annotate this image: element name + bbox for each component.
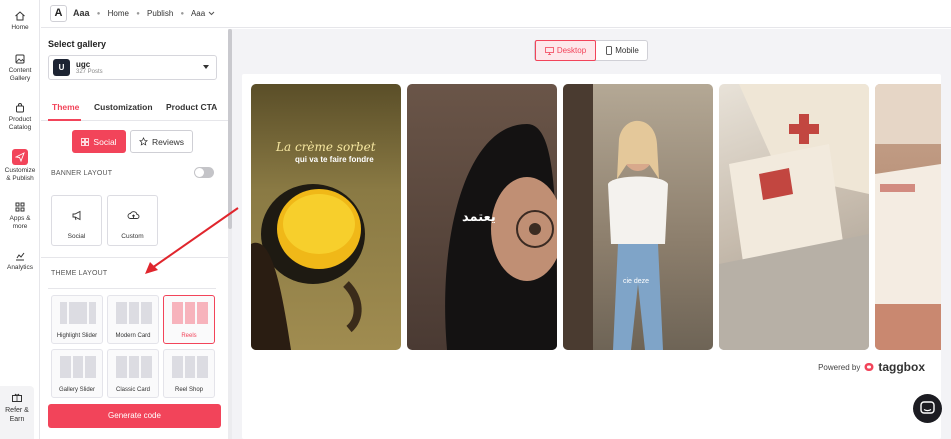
generate-code-button[interactable]: Generate code [48,404,221,428]
nav-apps[interactable]: Apps & more [0,201,40,231]
gift-icon [12,393,22,402]
chat-support-button[interactable] [913,394,942,423]
refer-earn-label: Refer & Earn [5,407,29,423]
breadcrumb: Aaa ● Home ● Publish ● Aaa [73,8,215,18]
reel-caption: يعتمد [462,209,496,224]
brand-name[interactable]: taggbox [878,360,925,374]
nav-content-gallery[interactable]: Content Gallery [0,53,40,83]
powered-by-label: Powered by [818,362,861,372]
panel-tabs: Theme Customization Product CTA [41,91,228,121]
layout-classic-card[interactable]: Classic Card [107,349,159,398]
grid-icon [81,137,90,146]
social-toggle-button[interactable]: Social [72,130,126,153]
banner-layout-toggle[interactable] [194,167,214,178]
taggbox-logo-icon [864,363,874,371]
reel-thumbnail [719,84,869,350]
reel-thumbnail [251,184,365,350]
reel-card[interactable]: يعتمد [407,84,557,350]
app-logo[interactable]: A [50,5,67,22]
reel-caption-subtitle: qui va te faire fondre [295,155,374,164]
social-toggle-label: Social [93,136,117,147]
megaphone-icon [72,210,81,221]
layout-classic-card-label: Classic Card [115,387,150,393]
gallery-select[interactable]: U ugc 327 Posts [48,55,217,80]
select-gallery-title: Select gallery [48,39,107,49]
breadcrumb-home[interactable]: Home [108,9,129,18]
analytics-icon [16,252,25,261]
layout-modern-card[interactable]: Modern Card [107,295,159,344]
refer-earn-button[interactable]: Refer & Earn [0,386,34,439]
reel-thumbnail [563,84,668,350]
desktop-view-button[interactable]: Desktop [535,40,596,61]
chat-icon [920,401,935,414]
desktop-view-label: Desktop [556,46,587,55]
banner-option-social-label: Social [67,233,86,240]
monitor-icon [544,46,554,55]
banner-option-social[interactable]: Social [51,195,102,246]
nav-home-label: Home [11,24,29,31]
mobile-view-label: Mobile [615,46,639,55]
cloud-upload-icon [127,211,140,219]
layout-reels-label: Reels [181,333,197,339]
reel-caption: cie deze [623,278,650,285]
nav-customize-publish-label: Customize & Publish [4,167,36,182]
nav-product-catalog-label: Product Catalog [8,116,32,131]
phone-icon [606,46,613,55]
breadcrumb-publish[interactable]: Publish [147,9,173,18]
apps-icon [15,202,25,212]
theme-layout-label: THEME LAYOUT [51,270,108,277]
reviews-toggle-button[interactable]: Reviews [130,130,193,153]
send-icon [15,152,25,162]
top-bar: A Aaa ● Home ● Publish ● Aaa [41,0,951,28]
nav-content-gallery-label: Content Gallery [8,67,32,82]
nav-customize-publish[interactable]: Customize & Publish [0,149,40,183]
layout-gallery-slider-label: Gallery Slider [58,387,95,393]
preview-area: Desktop Mobile La crème sorbet qui va te… [232,29,951,439]
reel-caption-title: La crème sorbet [276,140,376,154]
layout-reel-shop-label: Reel Shop [174,387,204,393]
mobile-view-button[interactable]: Mobile [597,41,648,60]
gallery-icon [15,54,25,64]
reel-thumbnail [875,84,941,350]
left-nav-rail: Home Content Gallery Product Catalog Cus… [0,0,40,439]
layout-gallery-slider[interactable]: Gallery Slider [51,349,103,398]
gallery-avatar: U [53,59,70,76]
settings-panel: Select gallery U ugc 327 Posts Theme Cus… [41,29,228,439]
layout-highlight-slider-label: Highlight Slider [56,333,98,339]
banner-option-custom[interactable]: Custom [107,195,158,246]
nav-analytics-label: Analytics [6,264,33,271]
reel-card[interactable]: La crème sorbet qui va te faire fondre [251,84,401,350]
device-view-toggle: Desktop Mobile [534,40,648,61]
layout-highlight-slider[interactable]: Highlight Slider [51,295,103,344]
tab-customization[interactable]: Customization [94,102,153,112]
layout-reels[interactable]: Reels [163,295,215,344]
layout-modern-card-label: Modern Card [115,333,151,339]
caret-down-icon [203,65,209,69]
nav-product-catalog[interactable]: Product Catalog [0,102,40,132]
gallery-name: ugc [76,60,91,69]
tab-theme[interactable]: Theme [52,102,79,112]
tab-product-cta[interactable]: Product CTA [166,102,217,112]
nav-home[interactable]: Home [0,10,40,32]
reel-card[interactable] [719,84,869,350]
bag-icon [16,103,24,113]
banner-layout-label: BANNER LAYOUT [51,170,113,177]
active-tab-indicator [48,119,81,121]
star-icon [138,137,148,146]
widget-preview: La crème sorbet qui va te faire fondre ي… [242,74,941,439]
reel-card[interactable]: cie deze [563,84,713,350]
breadcrumb-app: Aaa [73,8,90,18]
gallery-post-count: 327 Posts [76,69,103,75]
reviews-toggle-label: Reviews [151,136,185,147]
powered-by: Powered by taggbox [818,360,925,374]
layout-reel-shop[interactable]: Reel Shop [163,349,215,398]
banner-option-custom-label: Custom [121,233,144,240]
nav-apps-label: Apps & more [9,215,31,230]
home-icon [15,11,25,21]
chevron-down-icon[interactable] [208,11,215,16]
nav-analytics[interactable]: Analytics [0,250,40,272]
breadcrumb-current[interactable]: Aaa [191,9,205,18]
reel-card[interactable] [875,84,941,350]
